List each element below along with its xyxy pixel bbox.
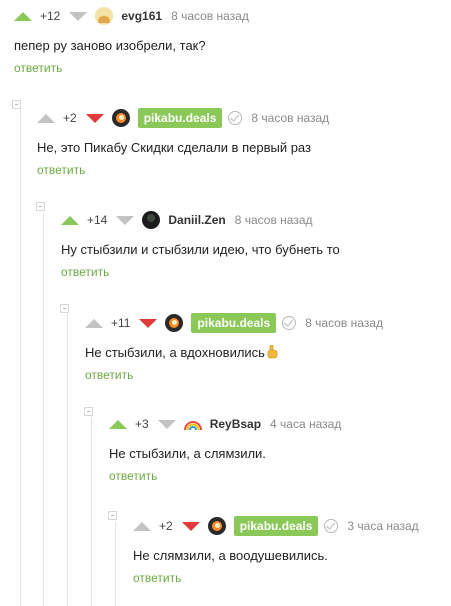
avatar[interactable] <box>111 109 130 127</box>
comment-text: Не, это Пикабу Скидки сделали в первый р… <box>37 140 311 155</box>
username[interactable]: Daniil.Zen <box>168 213 225 227</box>
upvote-arrow-icon[interactable] <box>14 11 32 21</box>
comment: +14 Daniil.Zen 8 часов назад Ну стыбзили… <box>61 209 451 281</box>
upvote-arrow-icon[interactable] <box>109 419 127 429</box>
reply-link[interactable]: ответить <box>14 61 62 75</box>
comment: +11 pikabu.deals 8 часов назад Не стыбзи… <box>85 312 451 384</box>
username-badge[interactable]: pikabu.deals <box>191 313 277 333</box>
thread-line[interactable] <box>115 522 116 606</box>
username-badge[interactable]: pikabu.deals <box>233 516 319 536</box>
comment-text-body: Не стыбзили, а вдохновились <box>85 345 265 360</box>
comment-header: +2 pikabu.deals 8 часов назад <box>37 107 451 129</box>
upvote-arrow-icon[interactable] <box>61 215 79 225</box>
thread-line[interactable] <box>67 314 68 606</box>
thread-line[interactable] <box>91 417 92 606</box>
comment-thread: +12 evg161 8 часов назад пепер ру заново… <box>0 0 451 606</box>
avatar[interactable] <box>142 211 161 229</box>
comment-header: +11 pikabu.deals 8 часов назад <box>85 312 451 334</box>
reply-link[interactable]: ответить <box>133 571 181 585</box>
raised-finger-emoji-icon <box>267 344 278 359</box>
comment-text: Не стыбзили, а слямзили. <box>109 446 266 461</box>
comment-time[interactable]: 8 часов назад <box>251 111 329 125</box>
collapse-thread-icon[interactable] <box>12 100 21 109</box>
comment-score: +2 <box>159 519 173 533</box>
downvote-arrow-icon[interactable] <box>85 113 104 123</box>
comment-header: +12 evg161 8 часов назад <box>14 5 451 27</box>
collapse-thread-icon[interactable] <box>84 407 93 416</box>
verified-check-icon <box>228 111 243 125</box>
comment-time[interactable]: 8 часов назад <box>305 316 383 330</box>
avatar[interactable] <box>95 7 114 25</box>
comment-time[interactable]: 3 часа назад <box>347 519 418 533</box>
thread-line[interactable] <box>43 213 44 606</box>
reply-link[interactable]: ответить <box>85 368 133 382</box>
username[interactable]: ReyBsap <box>210 417 261 431</box>
collapse-thread-icon[interactable] <box>108 511 117 520</box>
comment-score: +12 <box>40 9 61 23</box>
downvote-arrow-icon[interactable] <box>69 11 88 21</box>
reply-link[interactable]: ответить <box>61 265 109 279</box>
comment-text: Не слямзили, а воодушевились. <box>133 548 328 563</box>
upvote-arrow-icon[interactable] <box>133 521 151 531</box>
comment-text: Ну стыбзили и стыбзили идею, что бубнеть… <box>61 242 340 257</box>
comment: +2 pikabu.deals 3 часа назад Не слямзили… <box>133 515 451 587</box>
comment-score: +3 <box>135 417 149 431</box>
downvote-arrow-icon[interactable] <box>157 419 176 429</box>
avatar[interactable] <box>183 415 202 433</box>
comment-time[interactable]: 8 часов назад <box>235 213 313 227</box>
downvote-arrow-icon[interactable] <box>116 215 135 225</box>
avatar[interactable] <box>165 314 184 332</box>
reply-link[interactable]: ответить <box>37 163 85 177</box>
comment-score: +14 <box>87 213 108 227</box>
upvote-arrow-icon[interactable] <box>37 113 55 123</box>
comment-time[interactable]: 4 часа назад <box>270 417 341 431</box>
collapse-thread-icon[interactable] <box>60 304 69 313</box>
thread-line[interactable] <box>20 110 21 606</box>
comment-score: +2 <box>63 111 77 125</box>
comment-header: +14 Daniil.Zen 8 часов назад <box>61 209 451 231</box>
comment-score: +11 <box>111 316 131 330</box>
comment: +12 evg161 8 часов назад пепер ру заново… <box>14 5 451 77</box>
comment-time[interactable]: 8 часов назад <box>171 9 249 23</box>
avatar[interactable] <box>207 517 226 535</box>
comment-text: Не стыбзили, а вдохновились <box>85 344 451 362</box>
downvote-arrow-icon[interactable] <box>139 318 158 328</box>
upvote-arrow-icon[interactable] <box>85 318 103 328</box>
comment-text: пепер ру заново изобрели, так? <box>14 38 206 53</box>
comment-header: +3 ReyBsap 4 часа назад <box>109 413 451 435</box>
verified-check-icon <box>324 519 339 533</box>
username-badge[interactable]: pikabu.deals <box>137 108 223 128</box>
comment: +3 ReyBsap 4 часа назад Не стыбзили, а с… <box>109 413 451 485</box>
comment-header: +2 pikabu.deals 3 часа назад <box>133 515 451 537</box>
reply-link[interactable]: ответить <box>109 469 157 483</box>
comment: +2 pikabu.deals 8 часов назад Не, это Пи… <box>37 107 451 179</box>
username[interactable]: evg161 <box>121 9 162 23</box>
downvote-arrow-icon[interactable] <box>181 521 200 531</box>
verified-check-icon <box>282 316 297 330</box>
collapse-thread-icon[interactable] <box>36 202 45 211</box>
